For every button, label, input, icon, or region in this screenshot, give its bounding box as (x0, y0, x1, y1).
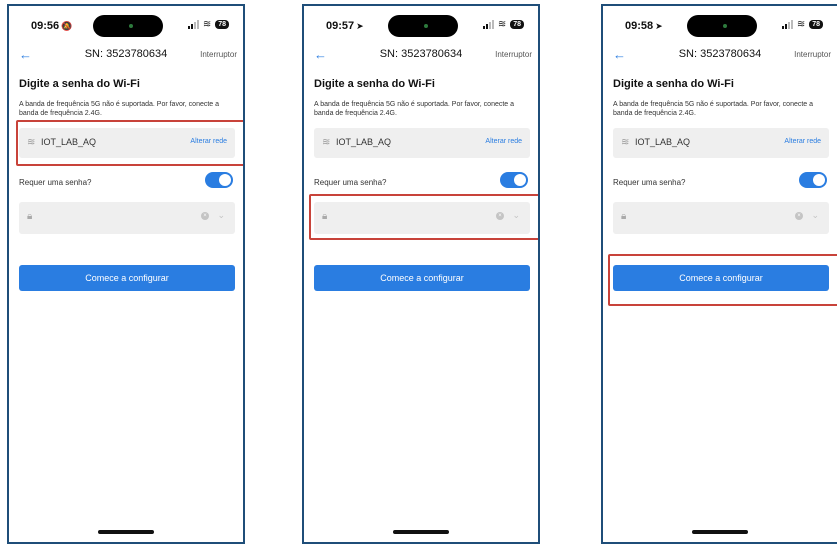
device-type-label: Interruptor (495, 50, 532, 59)
status-icons: ≋ 78 (187, 19, 229, 30)
password-input[interactable] (41, 208, 195, 228)
band-warning-text: A banda de frequência 5G não é suportada… (613, 101, 814, 117)
network-ssid: IOT_LAB_AQ (41, 137, 97, 147)
status-glyph-icon: ➤ (655, 21, 663, 31)
password-field[interactable]: 🔒︎ × ⌄ (613, 202, 829, 234)
lock-icon: 🔒︎ (621, 211, 627, 222)
start-config-button[interactable]: Comece a configurar (613, 265, 829, 291)
nav-bar: ← SN: 3523780634 Interruptor (9, 44, 243, 66)
network-row: ≋ IOT_LAB_AQ Alterar rede (613, 128, 829, 158)
toggle-knob (813, 174, 825, 186)
wifi-status-icon: ≋ (796, 19, 806, 30)
chevron-down-icon[interactable]: ⌄ (512, 210, 520, 221)
status-icons: ≋ 78 (482, 19, 524, 30)
toggle-knob (514, 174, 526, 186)
start-config-button[interactable]: Comece a configurar (314, 265, 530, 291)
clear-icon[interactable]: × (795, 212, 803, 220)
password-field[interactable]: 🔒︎ × ⌄ (19, 202, 235, 234)
phone-screen-2: 09:57 ➤ ≋ 78 ← SN: 3523780634 Interruptor… (302, 4, 540, 544)
chevron-down-icon[interactable]: ⌄ (811, 210, 819, 221)
status-glyph-icon: 🔕 (61, 21, 73, 31)
dynamic-island (388, 15, 458, 37)
password-required-toggle[interactable] (799, 172, 827, 188)
home-indicator (692, 530, 748, 534)
status-bar: 09:56 🔕 ≋ 78 (9, 6, 243, 44)
status-glyph-icon: ➤ (356, 21, 364, 31)
status-time: 09:57 ➤ (326, 20, 364, 32)
toggle-knob (219, 174, 231, 186)
change-network-link[interactable]: Alterar rede (485, 138, 522, 145)
lock-icon: 🔒︎ (322, 211, 328, 222)
status-icons: ≋ 78 (781, 19, 823, 30)
page-title: Digite a senha do Wi-Fi (613, 78, 734, 90)
cellular-signal-icon (781, 20, 793, 29)
dynamic-island (93, 15, 163, 37)
nav-bar: ← SN: 3523780634 Interruptor (304, 44, 538, 66)
nav-bar: ← SN: 3523780634 Interruptor (603, 44, 837, 66)
phone-screen-1: 09:56 🔕 ≋ 78 ← SN: 3523780634 Interruptor… (7, 4, 245, 544)
page-title: Digite a senha do Wi-Fi (19, 78, 140, 90)
battery-icon: 78 (809, 20, 823, 29)
status-time: 09:58 ➤ (625, 20, 663, 32)
wifi-icon: ≋ (621, 137, 630, 148)
cellular-signal-icon (482, 20, 494, 29)
battery-icon: 78 (510, 20, 524, 29)
wifi-status-icon: ≋ (497, 19, 507, 30)
wifi-status-icon: ≋ (202, 19, 212, 30)
password-required-label: Requer uma senha? (19, 178, 92, 187)
lock-icon: 🔒︎ (27, 211, 33, 222)
battery-icon: 78 (215, 20, 229, 29)
status-bar: 09:58 ➤ ≋ 78 (603, 6, 837, 44)
network-row: ≋ IOT_LAB_AQ Alterar rede (19, 128, 235, 158)
phone-screen-3: 09:58 ➤ ≋ 78 ← SN: 3523780634 Interruptor… (601, 4, 837, 544)
password-field[interactable]: 🔒︎ × ⌄ (314, 202, 530, 234)
status-time: 09:56 🔕 (31, 20, 73, 32)
network-row: ≋ IOT_LAB_AQ Alterar rede (314, 128, 530, 158)
band-warning-text: A banda de frequência 5G não é suportada… (314, 101, 515, 117)
change-network-link[interactable]: Alterar rede (190, 138, 227, 145)
password-required-toggle[interactable] (500, 172, 528, 188)
home-indicator (98, 530, 154, 534)
network-ssid: IOT_LAB_AQ (336, 137, 392, 147)
status-bar: 09:57 ➤ ≋ 78 (304, 6, 538, 44)
band-warning-text: A banda de frequência 5G não é suportada… (19, 101, 220, 117)
password-required-label: Requer uma senha? (613, 178, 686, 187)
password-required-label: Requer uma senha? (314, 178, 387, 187)
password-required-toggle[interactable] (205, 172, 233, 188)
start-config-button[interactable]: Comece a configurar (19, 265, 235, 291)
clear-icon[interactable]: × (496, 212, 504, 220)
change-network-link[interactable]: Alterar rede (784, 138, 821, 145)
wifi-icon: ≋ (322, 137, 331, 148)
page-title: Digite a senha do Wi-Fi (314, 78, 435, 90)
clear-icon[interactable]: × (201, 212, 209, 220)
chevron-down-icon[interactable]: ⌄ (217, 210, 225, 221)
password-input[interactable] (635, 208, 789, 228)
dynamic-island (687, 15, 757, 37)
home-indicator (393, 530, 449, 534)
password-input[interactable] (336, 208, 490, 228)
cellular-signal-icon (187, 20, 199, 29)
device-type-label: Interruptor (794, 50, 831, 59)
network-ssid: IOT_LAB_AQ (635, 137, 691, 147)
wifi-icon: ≋ (27, 137, 36, 148)
device-type-label: Interruptor (200, 50, 237, 59)
